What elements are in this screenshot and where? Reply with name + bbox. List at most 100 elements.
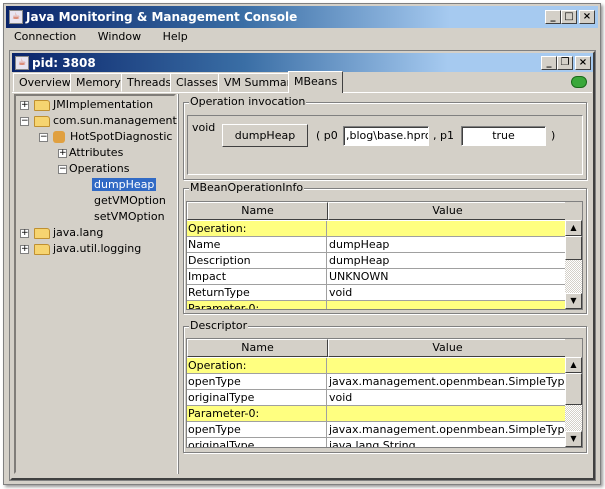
table-row[interactable]: originalType java.lang.String	[187, 438, 566, 448]
expand-icon[interactable]: +	[20, 100, 29, 110]
tree-node-com-sun-management[interactable]: − com.sun.management	[20, 114, 177, 127]
p0-label: ( p0	[316, 129, 338, 142]
minimize-button[interactable]: _	[545, 10, 561, 24]
tree-node-java-lang[interactable]: + java.lang	[20, 226, 103, 239]
cell-name: openType	[187, 374, 327, 390]
node-label: Attributes	[69, 146, 124, 159]
menu-connection[interactable]: Connection	[14, 30, 76, 43]
table-row[interactable]: originalType void	[187, 390, 566, 406]
cell-name: Name	[187, 237, 327, 253]
tab-mbeans[interactable]: MBeans	[288, 71, 344, 93]
close-button[interactable]: ×	[579, 10, 595, 24]
cell-value: dumpHeap	[329, 254, 390, 267]
tab-memory[interactable]: Memory	[70, 73, 127, 92]
scroll-down-icon[interactable]: ▼	[565, 293, 582, 309]
expand-icon[interactable]: +	[58, 148, 67, 158]
tree-node-java-util-logging[interactable]: + java.util.logging	[20, 242, 141, 255]
node-label: java.util.logging	[53, 242, 142, 255]
group-legend: Descriptor	[189, 319, 249, 332]
descriptor-table: Name Value Operation: openType javax.manag…	[186, 338, 583, 448]
node-label: java.lang	[53, 226, 104, 239]
cell-name: Parameter-0:	[187, 406, 327, 422]
cell-name: originalType	[187, 438, 327, 447]
tree-node-attributes[interactable]: + Attributes	[58, 146, 123, 159]
cell-value: void	[329, 286, 353, 299]
tab-classes[interactable]: Classes	[170, 73, 224, 92]
menu-window[interactable]: Window	[98, 30, 141, 43]
table-row[interactable]: openType javax.management.openmbean.Simpl…	[187, 422, 566, 438]
column-header-name[interactable]: Name	[187, 339, 328, 357]
tree-node-dumpheap[interactable]: dumpHeap	[92, 178, 157, 191]
folder-icon	[34, 99, 50, 111]
split-pane-divider[interactable]	[177, 94, 179, 474]
cell-name: Description	[187, 253, 327, 269]
collapse-icon[interactable]: −	[20, 116, 29, 126]
cell-value: javax.management.openmbean.SimpleType(n.…	[329, 375, 566, 388]
scrollbar-corner	[565, 339, 582, 357]
p1-input[interactable]: true	[461, 126, 546, 146]
scrollbar[interactable]: ▲ ▼	[565, 339, 582, 447]
column-header-name[interactable]: Name	[187, 202, 328, 220]
scroll-down-icon[interactable]: ▼	[565, 431, 582, 447]
internal-title: pid: 3808	[32, 55, 96, 70]
table-row[interactable]: ReturnType void	[187, 285, 566, 301]
scrollbar-thumb[interactable]	[565, 373, 582, 405]
cell-value: UNKNOWN	[329, 270, 389, 283]
column-header-value[interactable]: Value	[328, 202, 567, 220]
table-row[interactable]: Name dumpHeap	[187, 237, 566, 253]
scrollbar-thumb[interactable]	[565, 236, 582, 260]
restore-button[interactable]: ❐	[557, 55, 573, 70]
window-titlebar[interactable]: ☕ Java Monitoring & Management Console _…	[6, 6, 598, 28]
cell-name: Impact	[187, 269, 327, 285]
folder-icon	[34, 115, 50, 127]
tree-node-hotspotdiagnostic[interactable]: − HotSpotDiagnostic	[39, 130, 172, 143]
folder-icon	[34, 227, 50, 239]
internal-titlebar[interactable]: ☕ pid: 3808 _ ❐ ×	[12, 53, 593, 72]
scroll-up-icon[interactable]: ▲	[565, 357, 582, 373]
table-row[interactable]: Description dumpHeap	[187, 253, 566, 269]
java-icon: ☕	[15, 55, 29, 70]
cell-name: Operation:	[187, 358, 327, 374]
cell-name: Operation:	[187, 221, 327, 237]
mbean-icon	[53, 131, 65, 143]
cell-name: ReturnType	[187, 285, 327, 301]
java-icon: ☕	[9, 10, 23, 24]
collapse-icon[interactable]: −	[58, 164, 67, 174]
menu-help[interactable]: Help	[163, 30, 188, 43]
close-button[interactable]: ×	[575, 55, 591, 70]
tab-threads[interactable]: Threads	[121, 73, 178, 92]
table-row[interactable]: Parameter-0:	[187, 301, 566, 309]
p0-input[interactable]: ,blog\base.hprof	[343, 126, 429, 146]
cell-value: javax.management.openmbean.SimpleType(n.…	[329, 423, 566, 436]
table-row[interactable]: Operation:	[187, 221, 566, 237]
window-title: Java Monitoring & Management Console	[26, 10, 298, 24]
node-label: com.sun.management	[53, 114, 177, 127]
scrollbar[interactable]: ▲ ▼	[565, 202, 582, 309]
table-row[interactable]: Operation:	[187, 358, 566, 374]
tree-node-getvmoption[interactable]: getVMOption	[92, 194, 168, 207]
tree-node-setvmoption[interactable]: setVMOption	[92, 210, 167, 223]
table-row[interactable]: Parameter-0:	[187, 406, 566, 422]
tree-node-operations[interactable]: − Operations	[58, 162, 129, 175]
menu-bar: Connection Window Help	[14, 30, 206, 43]
cell-value: java.lang.String	[329, 439, 416, 448]
tab-overview[interactable]: Overview	[13, 73, 77, 92]
group-legend: MBeanOperationInfo	[189, 181, 305, 194]
table-row[interactable]: Impact UNKNOWN	[187, 269, 566, 285]
connection-status-icon	[571, 76, 587, 88]
dumpheap-button[interactable]: dumpHeap	[222, 124, 308, 147]
p1-label: , p1	[433, 129, 454, 142]
cell-value: void	[329, 391, 353, 404]
maximize-button[interactable]: □	[561, 10, 577, 24]
minimize-button[interactable]: _	[541, 55, 557, 70]
expand-icon[interactable]: +	[20, 244, 29, 254]
tree-node-jmimplementation[interactable]: + JMImplementation	[20, 98, 153, 111]
scroll-up-icon[interactable]: ▲	[565, 220, 582, 236]
cell-name: originalType	[187, 390, 327, 406]
node-label: JMImplementation	[53, 98, 154, 111]
collapse-icon[interactable]: −	[39, 132, 48, 142]
table-row[interactable]: openType javax.management.openmbean.Simpl…	[187, 374, 566, 390]
node-label: Operations	[69, 162, 130, 175]
expand-icon[interactable]: +	[20, 228, 29, 238]
column-header-value[interactable]: Value	[328, 339, 567, 357]
